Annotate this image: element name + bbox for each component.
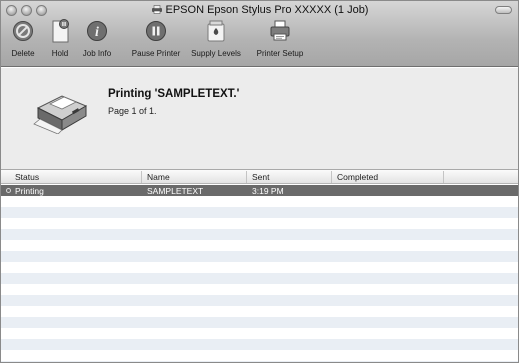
column-header-status[interactable]: Status — [15, 172, 39, 182]
info-icon: i — [86, 20, 108, 47]
hold-icon — [49, 18, 71, 49]
printer-setup-button[interactable]: Printer Setup — [251, 18, 309, 58]
window-title: EPSON Epson Stylus Pro XXXXX (1 Job) — [165, 4, 369, 16]
column-divider — [246, 171, 247, 183]
row-name: SAMPLETEXT — [147, 186, 204, 196]
toolbar: Delete Hold i Job Info Pause Printer Sup… — [1, 18, 518, 67]
empty-row — [1, 218, 518, 229]
table-row[interactable]: Printing SAMPLETEXT 3:19 PM — [1, 185, 518, 196]
printing-status-icon — [6, 188, 11, 193]
empty-row — [1, 273, 518, 284]
empty-row — [1, 339, 518, 350]
title-toolbar: EPSON Epson Stylus Pro XXXXX (1 Job) Del… — [1, 1, 518, 67]
row-status: Printing — [15, 186, 44, 196]
pause-printer-label: Pause Printer — [131, 49, 181, 58]
window-title-area: EPSON Epson Stylus Pro XXXXX (1 Job) — [1, 4, 518, 17]
table-header: Status Name Sent Completed — [1, 170, 518, 184]
hold-button[interactable]: Hold — [47, 18, 73, 58]
printer-setup-icon — [268, 19, 292, 48]
job-status-pane: Printing 'SAMPLETEXT.' Page 1 of 1. — [1, 68, 518, 169]
large-printer-icon — [32, 88, 90, 139]
empty-row — [1, 240, 518, 251]
job-info-button[interactable]: i Job Info — [79, 18, 115, 58]
job-list: Printing SAMPLETEXT 3:19 PM — [1, 185, 518, 362]
empty-row — [1, 262, 518, 273]
empty-row — [1, 317, 518, 328]
empty-row — [1, 284, 518, 295]
empty-row — [1, 328, 518, 339]
empty-row — [1, 196, 518, 207]
row-sent: 3:19 PM — [252, 186, 284, 196]
empty-row — [1, 251, 518, 262]
svg-text:i: i — [95, 25, 99, 40]
delete-button[interactable]: Delete — [3, 18, 43, 58]
empty-row — [1, 306, 518, 317]
printer-setup-label: Printer Setup — [256, 49, 304, 58]
hold-label: Hold — [51, 49, 69, 58]
column-header-sent[interactable]: Sent — [252, 172, 270, 182]
empty-row — [1, 295, 518, 306]
delete-label: Delete — [11, 49, 35, 58]
pause-icon — [145, 20, 167, 47]
column-divider — [331, 171, 332, 183]
delete-icon — [12, 20, 34, 47]
column-divider — [141, 171, 142, 183]
supply-levels-icon — [205, 19, 227, 48]
empty-row — [1, 207, 518, 218]
job-table: Status Name Sent Completed Printing SAMP… — [1, 169, 518, 362]
pause-printer-button[interactable]: Pause Printer — [131, 18, 181, 58]
supply-levels-button[interactable]: Supply Levels — [188, 18, 244, 58]
empty-row — [1, 350, 518, 361]
job-page-info: Page 1 of 1. — [108, 106, 157, 116]
column-header-completed[interactable]: Completed — [337, 172, 378, 182]
toolbar-toggle-button[interactable] — [495, 6, 512, 14]
column-header-name[interactable]: Name — [147, 172, 170, 182]
empty-row — [1, 361, 518, 362]
printer-icon — [151, 5, 163, 17]
print-queue-window: EPSON Epson Stylus Pro XXXXX (1 Job) Del… — [0, 0, 519, 363]
empty-row — [1, 229, 518, 240]
column-divider — [443, 171, 444, 183]
job-info-label: Job Info — [82, 49, 112, 58]
job-status-message: Printing 'SAMPLETEXT.' — [108, 88, 240, 100]
supply-levels-label: Supply Levels — [191, 49, 241, 58]
